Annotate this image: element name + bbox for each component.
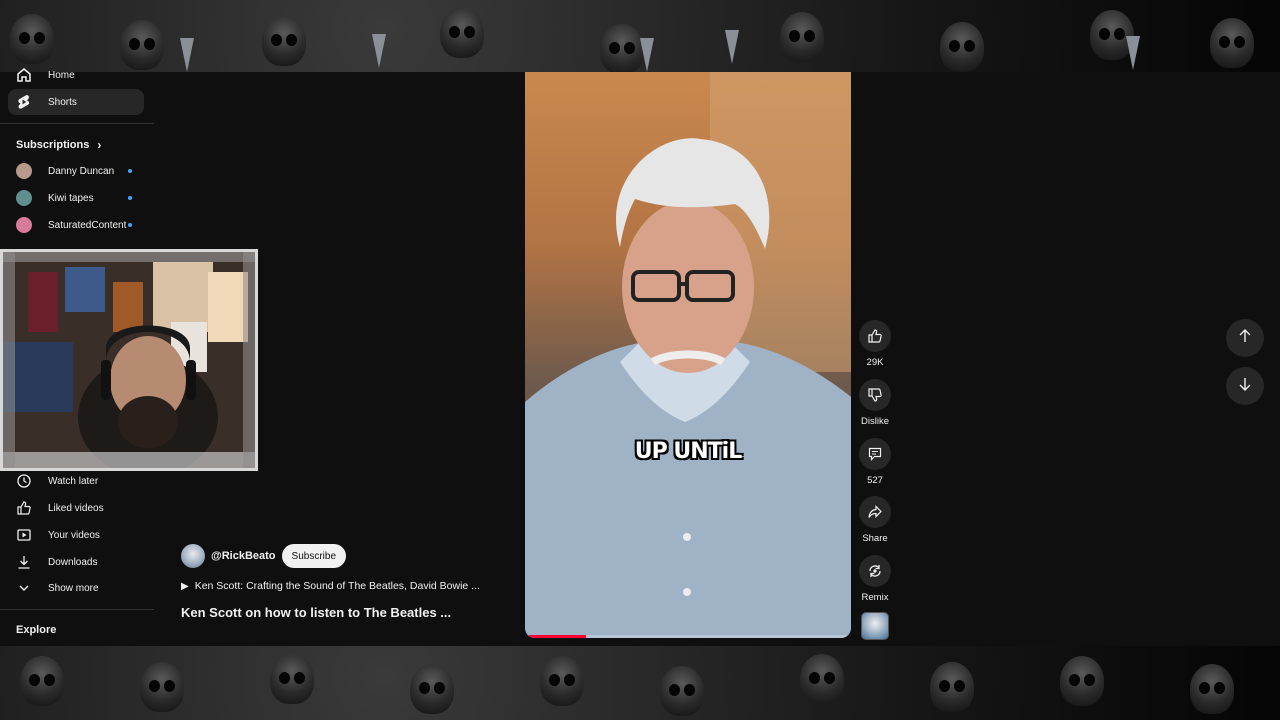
subscriptions-header[interactable]: Subscriptions › [16,138,101,152]
subscription-name: Danny Duncan [48,165,115,177]
sidebar-subscription[interactable]: Kiwi tapes [16,187,140,209]
skull-decoration [140,662,184,712]
chevron-right-icon: › [97,138,102,152]
shorts-video-player[interactable]: UP UNTiL [525,72,851,638]
previous-short-button[interactable] [1226,319,1264,357]
subscription-name: SaturatedContent [48,219,127,231]
avatar [16,217,32,233]
new-content-dot [128,223,132,227]
sidebar-item-label: Home [48,69,75,81]
sidebar-item-label: Your videos [48,529,100,541]
skull-decoration [20,656,64,706]
webcam-feed [3,252,255,468]
skull-decoration [1190,664,1234,714]
sidebar-item-label: Show more [48,582,99,594]
explore-header: Explore [16,624,56,636]
sidebar-item-label: Liked videos [48,502,104,514]
sidebar-item-watch-later[interactable]: Watch later [8,468,144,494]
sidebar-subscription[interactable]: SaturatedContent [16,214,140,236]
comments-button[interactable]: 527 [858,438,892,486]
explore-title: Explore [16,624,57,636]
dislike-label: Dislike [861,416,889,427]
subscribe-button[interactable]: Subscribe [281,544,346,568]
sidebar-item-label: Watch later [48,475,99,487]
comment-count: 527 [867,475,883,486]
spike-decoration [180,38,194,72]
spike-decoration [725,30,739,64]
share-button[interactable]: Share [858,496,892,544]
sidebar-item-shorts[interactable]: Shorts [8,89,144,115]
skull-decoration [660,666,704,716]
bottom-overlay-band [0,646,1280,720]
arrow-up-icon [1238,328,1252,348]
sidebar-item-liked-videos[interactable]: Liked videos [8,495,144,521]
top-overlay-band [0,0,1280,72]
play-icon: ▶ [181,580,189,592]
sidebar-item-label: Shorts [48,96,77,108]
skull-decoration [270,654,314,704]
skull-decoration [1210,18,1254,68]
divider [0,609,154,610]
remix-button[interactable]: Remix [858,555,892,603]
like-button[interactable]: 29K [858,320,892,368]
shorts-icon [16,94,32,110]
skull-decoration [940,22,984,72]
thumbs-up-icon [859,320,891,352]
spike-decoration [372,34,386,68]
video-progress-bar[interactable] [529,635,847,638]
sidebar-item-home[interactable]: Home [8,62,144,88]
home-icon [16,67,32,83]
chevron-down-icon [16,580,32,596]
thumbs-up-icon [16,500,32,516]
new-content-dot [128,196,132,200]
sidebar-item-show-more[interactable]: Show more [8,575,144,601]
clock-icon [16,473,32,489]
remix-label: Remix [861,592,889,603]
arrow-down-icon [1238,377,1252,396]
download-icon [16,554,32,570]
avatar [16,190,32,206]
thumbs-down-icon [859,379,891,411]
spike-decoration [640,38,654,72]
skull-decoration [1060,656,1104,706]
subscription-name: Kiwi tapes [48,192,94,204]
sidebar-subscription[interactable]: Danny Duncan [16,160,140,182]
video-caption: UP UNTiL [634,439,743,464]
skull-decoration [930,662,974,712]
like-count: 29K [866,357,884,368]
skull-decoration [410,664,454,714]
skull-decoration [600,24,644,72]
dislike-button[interactable]: Dislike [858,379,892,427]
related-video-title: Ken Scott: Crafting the Sound of The Bea… [194,580,480,592]
skull-decoration [440,8,484,58]
channel-avatar[interactable] [181,544,205,568]
channel-row: @RickBeato Subscribe [181,544,346,568]
comment-icon [859,438,891,470]
video-frame [525,72,851,638]
new-content-dot [128,169,132,173]
share-icon [859,496,891,528]
skull-decoration [262,16,306,66]
skull-decoration [780,12,824,62]
skull-decoration [800,654,844,704]
sidebar-item-downloads[interactable]: Downloads [8,549,144,575]
channel-pivot-button[interactable] [861,612,889,640]
spike-decoration [1126,36,1140,70]
sidebar-item-your-videos[interactable]: Your videos [8,522,144,548]
play-square-icon [16,527,32,543]
webcam-overlay [0,249,258,471]
remix-icon [859,555,891,587]
skull-decoration [10,14,54,64]
channel-name[interactable]: @RickBeato [211,550,276,562]
related-video-link[interactable]: ▶ Ken Scott: Crafting the Sound of The B… [181,580,501,592]
divider [0,123,154,124]
share-label: Share [862,533,888,544]
avatar [16,163,32,179]
video-progress-fill [529,635,587,638]
subscriptions-title: Subscriptions [16,139,90,151]
short-title[interactable]: Ken Scott on how to listen to The Beatle… [181,605,451,620]
next-short-button[interactable] [1226,367,1264,405]
sidebar-item-label: Downloads [48,556,98,568]
skull-decoration [540,656,584,706]
